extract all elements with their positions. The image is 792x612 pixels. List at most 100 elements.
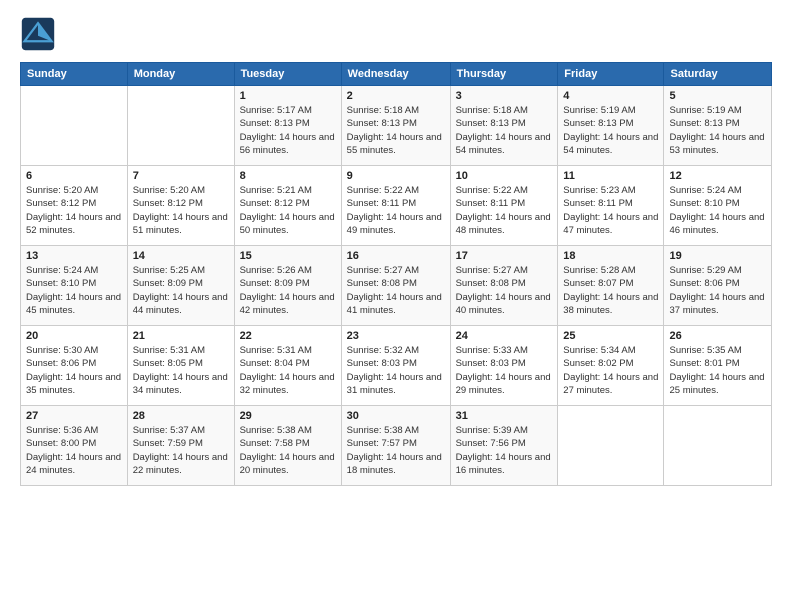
weekday-header-row: SundayMondayTuesdayWednesdayThursdayFrid…	[21, 63, 772, 86]
cell-info: Sunrise: 5:19 AM Sunset: 8:13 PM Dayligh…	[563, 104, 658, 157]
calendar-cell: 1Sunrise: 5:17 AM Sunset: 8:13 PM Daylig…	[234, 86, 341, 166]
cell-day-number: 20	[26, 330, 122, 342]
calendar-cell: 7Sunrise: 5:20 AM Sunset: 8:12 PM Daylig…	[127, 166, 234, 246]
week-row: 13Sunrise: 5:24 AM Sunset: 8:10 PM Dayli…	[21, 246, 772, 326]
cell-day-number: 25	[563, 330, 658, 342]
weekday-header: Friday	[558, 63, 664, 86]
week-row: 1Sunrise: 5:17 AM Sunset: 8:13 PM Daylig…	[21, 86, 772, 166]
cell-info: Sunrise: 5:30 AM Sunset: 8:06 PM Dayligh…	[26, 344, 122, 397]
cell-day-number: 22	[240, 330, 336, 342]
cell-day-number: 2	[347, 90, 445, 102]
calendar-cell: 20 Sunrise: 5:30 AM Sunset: 8:06 PM Dayli…	[21, 326, 128, 406]
calendar-cell: 22 Sunrise: 5:31 AM Sunset: 8:04 PM Dayli…	[234, 326, 341, 406]
calendar-cell: 17 Sunrise: 5:27 AM Sunset: 8:08 PM Dayli…	[450, 246, 558, 326]
calendar-cell: 10Sunrise: 5:22 AM Sunset: 8:11 PM Dayli…	[450, 166, 558, 246]
cell-info: Sunrise: 5:39 AM Sunset: 7:56 PM Dayligh…	[456, 424, 553, 477]
cell-info: Sunrise: 5:25 AM Sunset: 8:09 PM Dayligh…	[133, 264, 229, 317]
calendar-cell	[21, 86, 128, 166]
cell-day-number: 14	[133, 250, 229, 262]
calendar-cell: 16Sunrise: 5:27 AM Sunset: 8:08 PM Dayli…	[341, 246, 450, 326]
cell-info: Sunrise: 5:31 AM Sunset: 8:05 PM Dayligh…	[133, 344, 229, 397]
calendar-cell: 4 Sunrise: 5:19 AM Sunset: 8:13 PM Daylig…	[558, 86, 664, 166]
calendar-cell: 23 Sunrise: 5:32 AM Sunset: 8:03 PM Dayli…	[341, 326, 450, 406]
cell-day-number: 17	[456, 250, 553, 262]
cell-info: Sunrise: 5:19 AM Sunset: 8:13 PM Dayligh…	[669, 104, 766, 157]
cell-day-number: 10	[456, 170, 553, 182]
cell-day-number: 8	[240, 170, 336, 182]
weekday-header: Sunday	[21, 63, 128, 86]
cell-day-number: 29	[240, 410, 336, 422]
cell-info: Sunrise: 5:35 AM Sunset: 8:01 PM Dayligh…	[669, 344, 766, 397]
calendar-cell: 15 Sunrise: 5:26 AM Sunset: 8:09 PM Dayli…	[234, 246, 341, 326]
cell-info: Sunrise: 5:32 AM Sunset: 8:03 PM Dayligh…	[347, 344, 445, 397]
calendar-cell: 3 Sunrise: 5:18 AM Sunset: 8:13 PM Daylig…	[450, 86, 558, 166]
calendar-cell: 18 Sunrise: 5:28 AM Sunset: 8:07 PM Dayli…	[558, 246, 664, 326]
calendar-cell: 8 Sunrise: 5:21 AM Sunset: 8:12 PM Daylig…	[234, 166, 341, 246]
cell-day-number: 23	[347, 330, 445, 342]
logo	[20, 16, 60, 52]
cell-info: Sunrise: 5:31 AM Sunset: 8:04 PM Dayligh…	[240, 344, 336, 397]
calendar-cell: 26 Sunrise: 5:35 AM Sunset: 8:01 PM Dayli…	[664, 326, 772, 406]
calendar-cell: 21 Sunrise: 5:31 AM Sunset: 8:05 PM Dayli…	[127, 326, 234, 406]
cell-day-number: 30	[347, 410, 445, 422]
cell-info: Sunrise: 5:29 AM Sunset: 8:06 PM Dayligh…	[669, 264, 766, 317]
calendar-cell	[558, 406, 664, 486]
cell-day-number: 27	[26, 410, 122, 422]
cell-info: Sunrise: 5:23 AM Sunset: 8:11 PM Dayligh…	[563, 184, 658, 237]
calendar-cell: 5 Sunrise: 5:19 AM Sunset: 8:13 PM Daylig…	[664, 86, 772, 166]
calendar-cell: 12 Sunrise: 5:24 AM Sunset: 8:10 PM Dayli…	[664, 166, 772, 246]
cell-day-number: 18	[563, 250, 658, 262]
week-row: 6 Sunrise: 5:20 AM Sunset: 8:12 PM Daylig…	[21, 166, 772, 246]
calendar-cell: 2 Sunrise: 5:18 AM Sunset: 8:13 PM Daylig…	[341, 86, 450, 166]
weekday-header: Saturday	[664, 63, 772, 86]
cell-day-number: 9	[347, 170, 445, 182]
cell-info: Sunrise: 5:33 AM Sunset: 8:03 PM Dayligh…	[456, 344, 553, 397]
calendar-cell: 13Sunrise: 5:24 AM Sunset: 8:10 PM Dayli…	[21, 246, 128, 326]
cell-info: Sunrise: 5:27 AM Sunset: 8:08 PM Dayligh…	[456, 264, 553, 317]
cell-info: Sunrise: 5:18 AM Sunset: 8:13 PM Dayligh…	[456, 104, 553, 157]
cell-info: Sunrise: 5:20 AM Sunset: 8:12 PM Dayligh…	[26, 184, 122, 237]
cell-day-number: 24	[456, 330, 553, 342]
cell-day-number: 16	[347, 250, 445, 262]
cell-day-number: 5	[669, 90, 766, 102]
cell-day-number: 12	[669, 170, 766, 182]
calendar-table: SundayMondayTuesdayWednesdayThursdayFrid…	[20, 62, 772, 486]
calendar-cell: 28Sunrise: 5:37 AM Sunset: 7:59 PM Dayli…	[127, 406, 234, 486]
weekday-header: Monday	[127, 63, 234, 86]
cell-info: Sunrise: 5:26 AM Sunset: 8:09 PM Dayligh…	[240, 264, 336, 317]
cell-info: Sunrise: 5:18 AM Sunset: 8:13 PM Dayligh…	[347, 104, 445, 157]
cell-day-number: 6	[26, 170, 122, 182]
cell-day-number: 15	[240, 250, 336, 262]
calendar-cell: 6 Sunrise: 5:20 AM Sunset: 8:12 PM Daylig…	[21, 166, 128, 246]
weekday-header: Tuesday	[234, 63, 341, 86]
logo-icon	[20, 16, 56, 52]
cell-info: Sunrise: 5:24 AM Sunset: 8:10 PM Dayligh…	[26, 264, 122, 317]
calendar-cell: 9Sunrise: 5:22 AM Sunset: 8:11 PM Daylig…	[341, 166, 450, 246]
cell-day-number: 28	[133, 410, 229, 422]
cell-day-number: 26	[669, 330, 766, 342]
calendar-cell: 31 Sunrise: 5:39 AM Sunset: 7:56 PM Dayli…	[450, 406, 558, 486]
cell-info: Sunrise: 5:17 AM Sunset: 8:13 PM Dayligh…	[240, 104, 336, 157]
cell-info: Sunrise: 5:38 AM Sunset: 7:57 PM Dayligh…	[347, 424, 445, 477]
cell-day-number: 4	[563, 90, 658, 102]
week-row: 27 Sunrise: 5:36 AM Sunset: 8:00 PM Dayli…	[21, 406, 772, 486]
cell-day-number: 31	[456, 410, 553, 422]
cell-day-number: 3	[456, 90, 553, 102]
calendar-cell: 29Sunrise: 5:38 AM Sunset: 7:58 PM Dayli…	[234, 406, 341, 486]
cell-info: Sunrise: 5:28 AM Sunset: 8:07 PM Dayligh…	[563, 264, 658, 317]
calendar-cell: 11 Sunrise: 5:23 AM Sunset: 8:11 PM Dayli…	[558, 166, 664, 246]
page: SundayMondayTuesdayWednesdayThursdayFrid…	[0, 0, 792, 612]
cell-info: Sunrise: 5:24 AM Sunset: 8:10 PM Dayligh…	[669, 184, 766, 237]
calendar-cell	[664, 406, 772, 486]
calendar-cell: 14 Sunrise: 5:25 AM Sunset: 8:09 PM Dayli…	[127, 246, 234, 326]
calendar-cell: 30 Sunrise: 5:38 AM Sunset: 7:57 PM Dayli…	[341, 406, 450, 486]
cell-info: Sunrise: 5:20 AM Sunset: 8:12 PM Dayligh…	[133, 184, 229, 237]
cell-info: Sunrise: 5:21 AM Sunset: 8:12 PM Dayligh…	[240, 184, 336, 237]
calendar-cell: 24 Sunrise: 5:33 AM Sunset: 8:03 PM Dayli…	[450, 326, 558, 406]
cell-day-number: 19	[669, 250, 766, 262]
week-row: 20 Sunrise: 5:30 AM Sunset: 8:06 PM Dayli…	[21, 326, 772, 406]
weekday-header: Wednesday	[341, 63, 450, 86]
cell-day-number: 21	[133, 330, 229, 342]
cell-day-number: 11	[563, 170, 658, 182]
cell-info: Sunrise: 5:36 AM Sunset: 8:00 PM Dayligh…	[26, 424, 122, 477]
